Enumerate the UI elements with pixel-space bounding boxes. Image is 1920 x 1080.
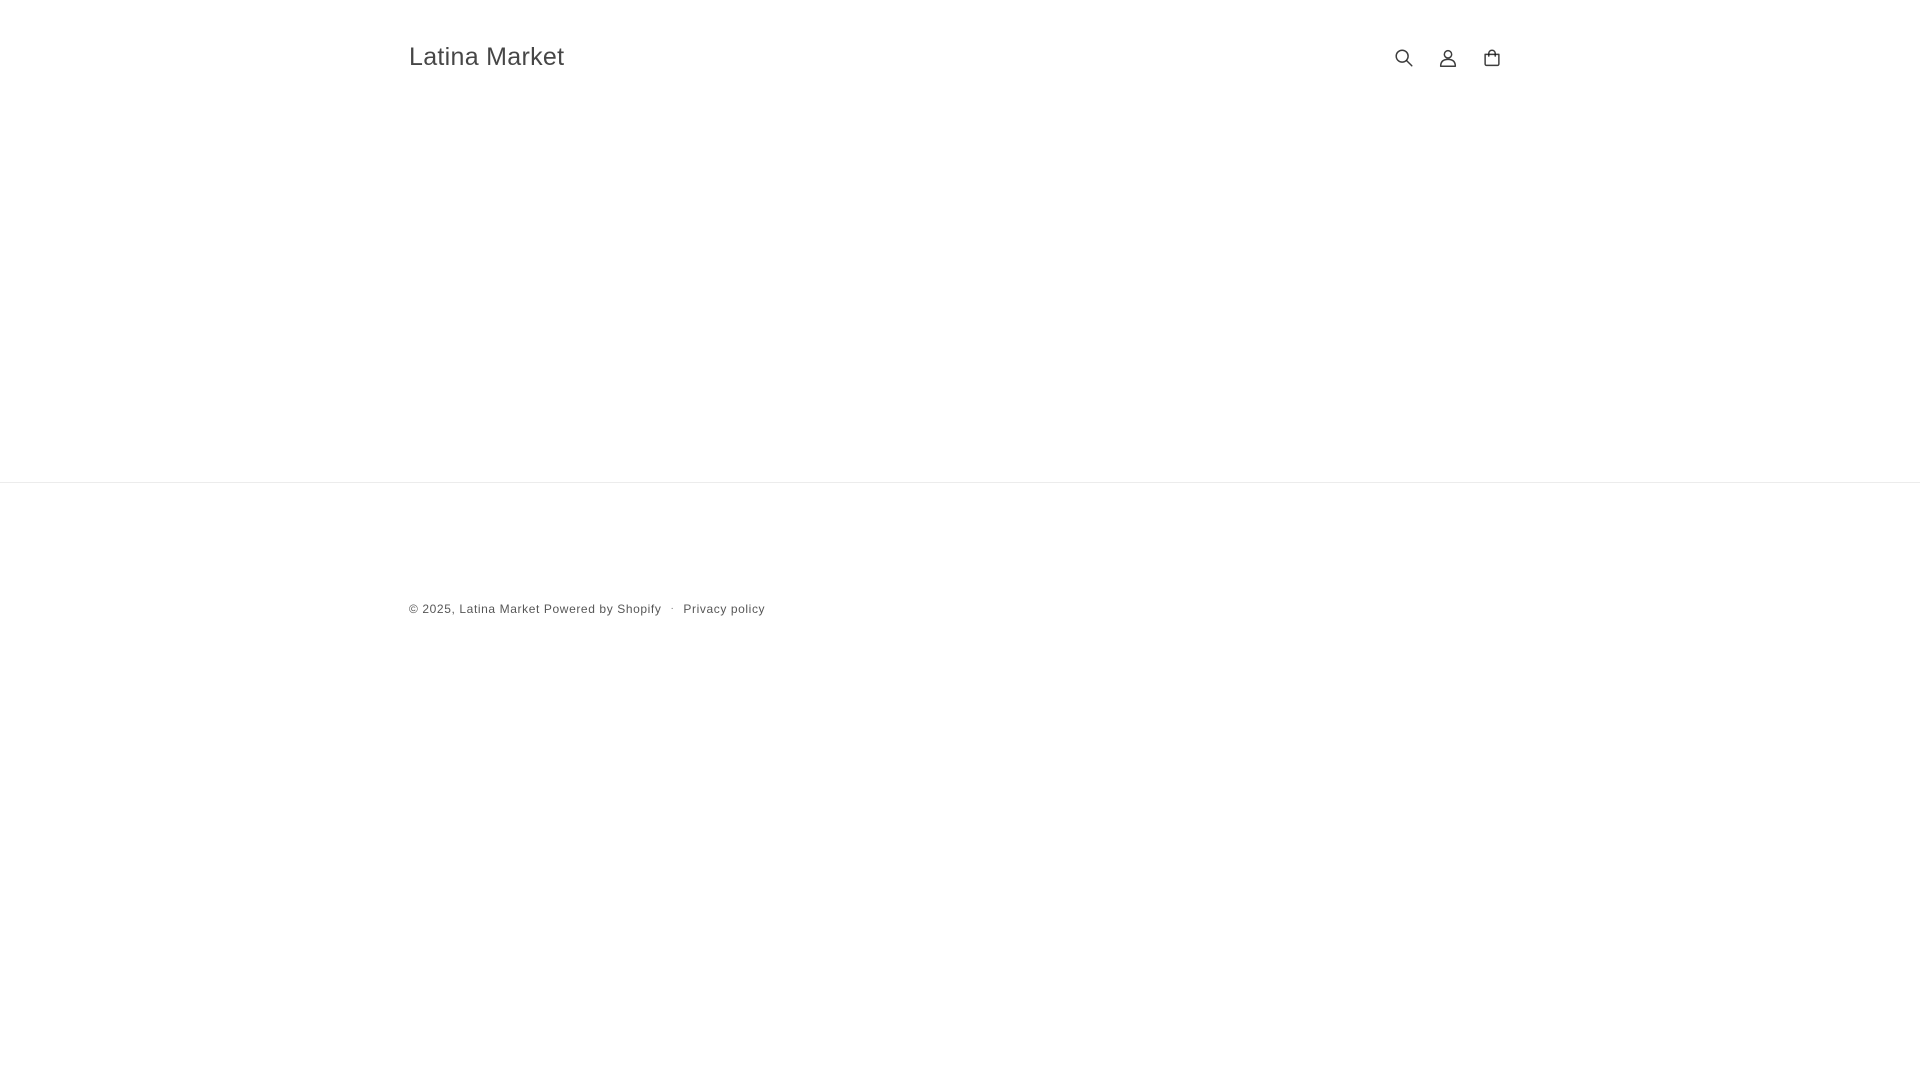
account-button[interactable] bbox=[1426, 36, 1470, 80]
powered-by-shopify-link[interactable]: Powered by Shopify bbox=[544, 601, 662, 617]
footer-brand-link[interactable]: Latina Market bbox=[459, 601, 540, 617]
privacy-policy-link[interactable]: Privacy policy bbox=[683, 601, 765, 617]
site-header: Latina Market bbox=[0, 0, 1920, 115]
copyright-prefix: © 2025, bbox=[409, 602, 456, 616]
site-footer: © 2025, Latina Market Powered by Shopify… bbox=[0, 483, 1920, 643]
account-icon bbox=[1437, 47, 1459, 69]
policy-separator: · bbox=[670, 603, 675, 614]
page: Latina Market © 2025, Latina Market Powe… bbox=[0, 0, 1920, 1080]
header-icons bbox=[1382, 36, 1514, 80]
cart-button[interactable] bbox=[1470, 36, 1514, 80]
main-content bbox=[0, 115, 1920, 482]
search-icon bbox=[1393, 47, 1415, 69]
search-button[interactable] bbox=[1382, 36, 1426, 80]
footer-copyright: © 2025, Latina Market Powered by Shopify… bbox=[409, 601, 765, 617]
cart-icon bbox=[1481, 47, 1503, 69]
store-logo-link[interactable]: Latina Market bbox=[409, 40, 564, 74]
